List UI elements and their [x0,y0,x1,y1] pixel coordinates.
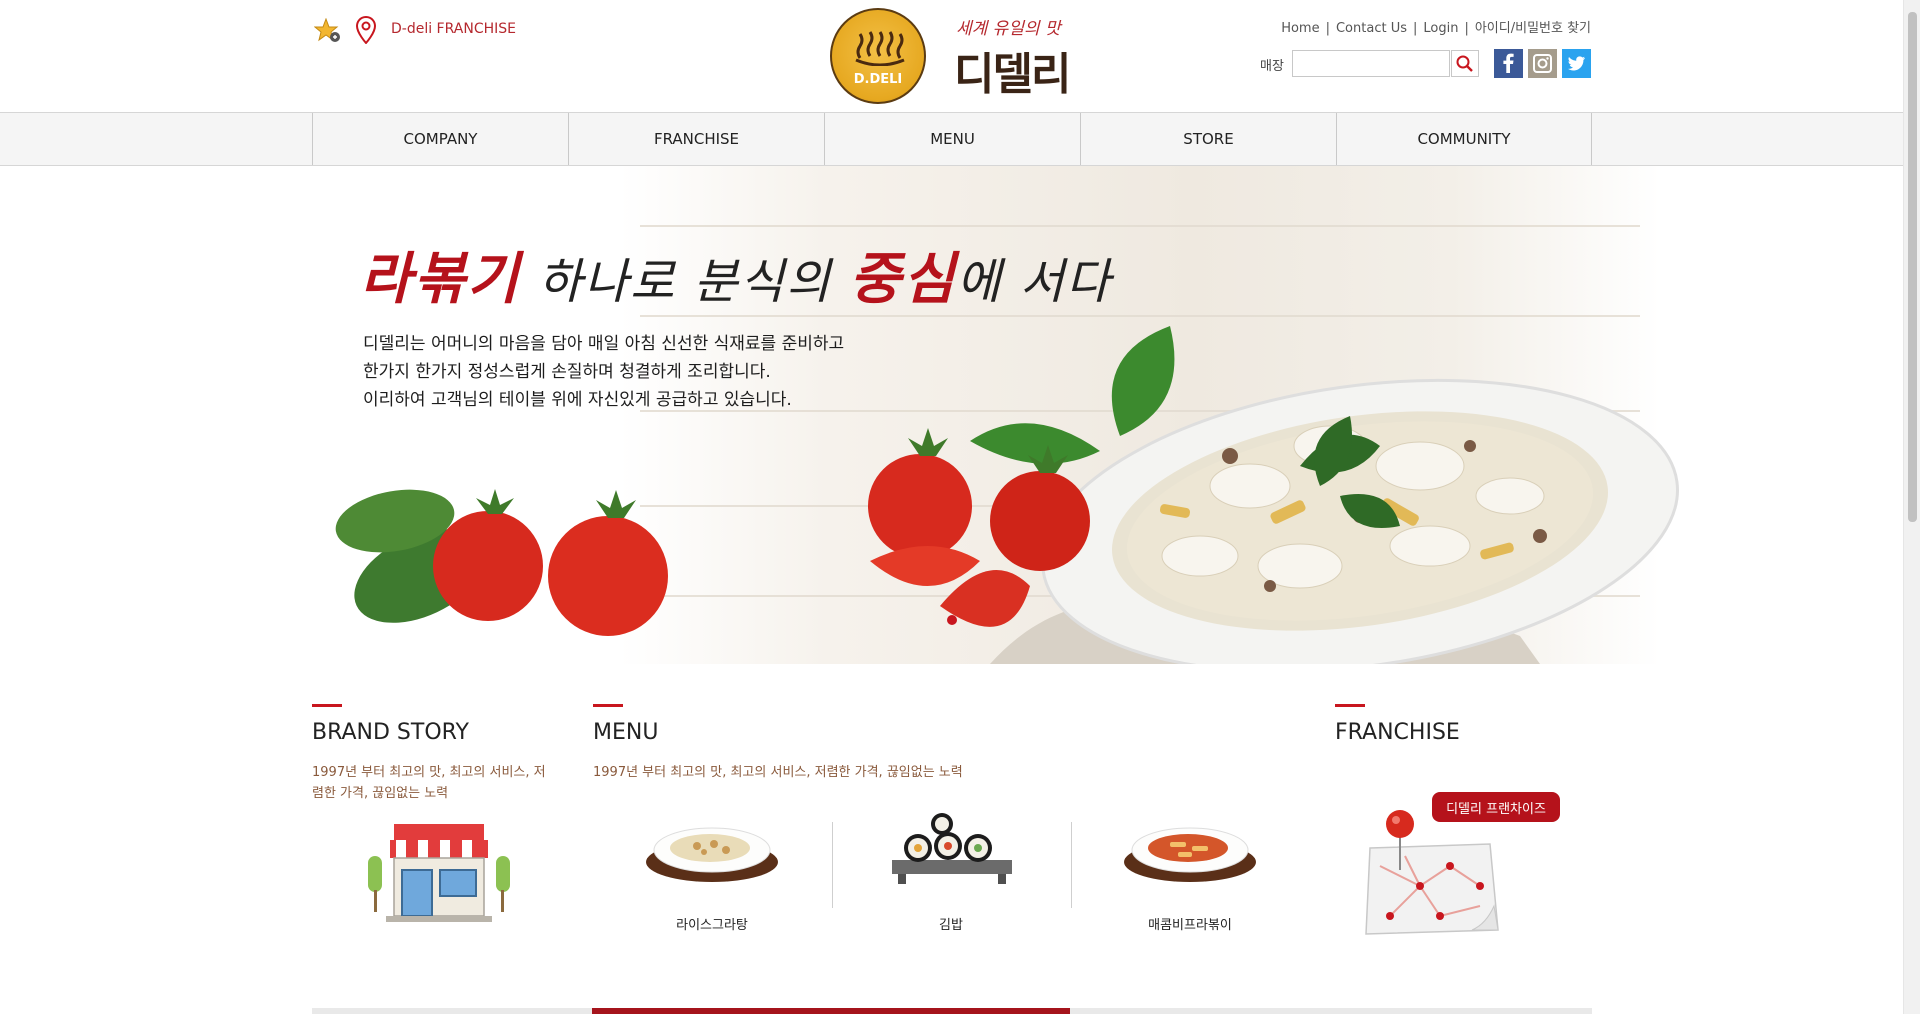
login-link[interactable]: Login [1423,21,1458,36]
twitter-button[interactable] [1562,49,1591,78]
vertical-scrollbar[interactable] [1903,0,1920,1014]
search-icon [1456,55,1473,72]
separator: | [1464,21,1469,36]
franchise-section-title[interactable]: FRANCHISE [1335,720,1460,745]
storefront-icon[interactable] [366,818,512,924]
hero-line: 이리하여 고객님의 테이블 위에 자신있게 공급하고 있습니다. [363,390,792,410]
hero-banner: 라볶기 하나로 분식의 중심에 서다 디델리는 어머니의 마음을 담아 매일 아… [0,166,1903,664]
nav-community[interactable]: COMMUNITY [1336,113,1592,165]
separator: | [1325,21,1330,36]
gimbap-image[interactable] [882,810,1022,890]
brand-story-line: 렴한 가격, 끊임없는 노력 [312,786,449,801]
section-accent-bar [312,704,342,707]
noodle-bowl-icon [855,31,905,66]
utility-links: Home | Contact Us | Login | 아이디/비밀번호 찾기 [1281,17,1591,36]
nav-store[interactable]: STORE [1080,113,1336,165]
location-pin-icon[interactable] [356,16,376,44]
site-logo[interactable]: D.DELI 세계 유일의 맛 디델리 [830,8,1080,104]
hero-headline-accent: 중심 [849,246,957,312]
hero-description: 디델리는 어머니의 마음을 담아 매일 아침 신선한 식재료를 준비하고 한가지… [363,330,844,414]
menu-item-rice-gratin[interactable]: 라이스그라탕 [612,914,812,933]
header: D-deli FRANCHISE D.DELI 세계 유일의 맛 디델리 Hom… [0,0,1903,112]
scrollbar-thumb[interactable] [1908,12,1917,522]
instagram-button[interactable] [1528,49,1557,78]
menu-section-title[interactable]: MENU [593,720,658,745]
page: D-deli FRANCHISE D.DELI 세계 유일의 맛 디델리 Hom… [0,0,1920,1014]
bottom-section-bar [312,1008,1592,1014]
hero-line: 디델리는 어머니의 마음을 담아 매일 아침 신선한 식재료를 준비하고 [363,334,845,354]
section-accent-bar [1335,704,1365,707]
facebook-button[interactable] [1494,49,1523,78]
spicy-beef-rabokki-image[interactable] [1120,810,1260,890]
search-button[interactable] [1451,50,1479,77]
logo-wordmark: 디델리 [954,49,1071,100]
store-search-label: 매장 [1260,59,1284,74]
brand-story-title[interactable]: BRAND STORY [312,720,469,745]
hero-headline-text: 에 서다 [956,254,1113,310]
menu-item-gimbap[interactable]: 김밥 [851,914,1051,933]
bottom-accent-segment [592,1008,1070,1014]
facebook-icon [1503,53,1514,73]
franchise-map-icon[interactable] [1360,806,1510,936]
menu-item-spicy-beef-rabokki[interactable]: 매콤비프라볶이 [1090,914,1290,933]
main-navigation: COMPANY FRANCHISE MENU STORE COMMUNITY [0,112,1903,166]
nav-company[interactable]: COMPANY [312,113,568,165]
section-accent-bar [593,704,623,707]
logo-tagline: 세계 유일의 맛 [956,19,1061,39]
hero-headline-accent: 라볶기 [360,246,521,312]
rice-gratin-image[interactable] [642,810,782,890]
nav-menu[interactable]: MENU [824,113,1080,165]
separator: | [1412,21,1418,36]
instagram-icon [1533,54,1552,73]
brand-story-line: 1997년 부터 최고의 맛, 최고의 서비스, 저 [312,765,546,780]
contact-link[interactable]: Contact Us [1336,21,1407,36]
hero-line: 한가지 한가지 정성스럽게 손질하며 청결하게 조리합니다. [363,362,771,382]
logo-emblem: D.DELI [830,8,926,104]
hero-headline-text: 하나로 분식의 [520,254,850,310]
brand-story-description: 1997년 부터 최고의 맛, 최고의 서비스, 저 렴한 가격, 끊임없는 노… [312,762,572,804]
menu-description: 1997년 부터 최고의 맛, 최고의 서비스, 저렴한 가격, 끊임없는 노력 [593,765,963,780]
logo-emblem-text: D.DELI [853,72,903,87]
find-account-link[interactable]: 아이디/비밀번호 찾기 [1475,21,1591,36]
nav-franchise[interactable]: FRANCHISE [568,113,824,165]
franchise-top-link[interactable]: D-deli FRANCHISE [391,21,516,37]
home-link[interactable]: Home [1281,21,1319,36]
hero-headline: 라볶기 하나로 분식의 중심에 서다 [360,234,1112,315]
franchise-badge[interactable]: 디델리 프랜차이즈 [1432,792,1560,822]
store-search-input[interactable] [1292,50,1450,77]
twitter-icon [1568,56,1585,71]
menu-divider [1071,822,1072,908]
menu-divider [832,822,833,908]
favorite-star-icon[interactable] [314,18,342,44]
